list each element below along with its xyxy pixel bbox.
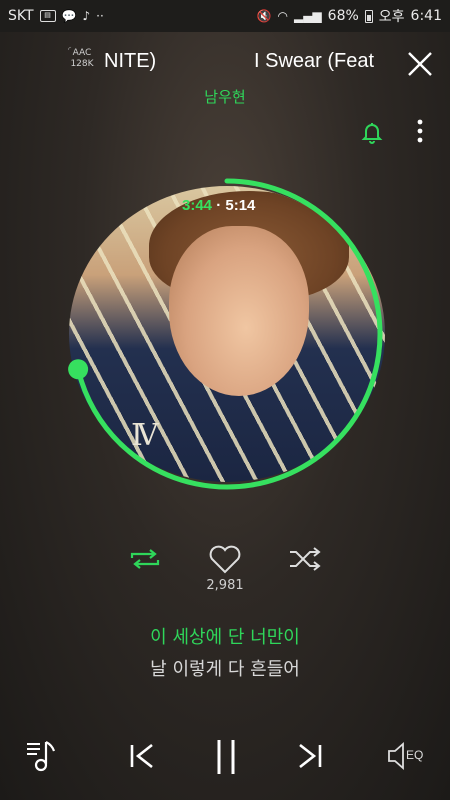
- pause-button[interactable]: [210, 734, 242, 778]
- notification-bell-icon: [361, 123, 383, 144]
- close-icon: [408, 52, 432, 76]
- battery-percent: 68%: [327, 8, 359, 24]
- more-options-button[interactable]: [406, 116, 434, 146]
- lyric-current-line[interactable]: 이 세상에 단 너만이: [0, 623, 450, 649]
- like-count: 2,981: [206, 578, 244, 593]
- song-title-scroll-left: NITE): [104, 50, 157, 72]
- playlist-button[interactable]: [24, 736, 64, 776]
- status-right: 🔇 ◠ ▂▄▆ 68% 오후 6:41: [257, 6, 442, 26]
- progress-knob[interactable]: [68, 359, 89, 380]
- quality-bars-icon: ◜: [68, 45, 72, 54]
- status-left: SKT ▤ 💬 ♪ ··: [8, 8, 104, 24]
- ampm-label: 오후: [378, 9, 405, 25]
- shuffle-icon: [290, 547, 321, 571]
- notification-app-icon: ▤: [39, 10, 56, 22]
- album-disc[interactable]: IV [ Secon 3:44 · 5:14: [40, 165, 400, 490]
- lyric-next-line[interactable]: 날 이렇게 다 흔들어: [0, 655, 450, 681]
- audio-quality-badge: ◜ AAC 128K: [66, 45, 98, 76]
- playback-controls: EQ: [0, 728, 450, 788]
- talk-icon: 💬: [61, 9, 77, 23]
- signal-icon: ▂▄▆: [293, 9, 322, 23]
- battery-icon: [364, 9, 373, 23]
- pause-icon: [217, 740, 235, 774]
- next-icon: [299, 743, 322, 769]
- equalizer-button[interactable]: EQ: [386, 736, 430, 776]
- notification-bell-button[interactable]: [358, 118, 386, 146]
- like-button[interactable]: [207, 542, 243, 576]
- previous-icon: [130, 743, 153, 769]
- progress-arc: [75, 178, 383, 490]
- artist-name[interactable]: 남우현: [0, 86, 450, 107]
- status-bar: SKT ▤ 💬 ♪ ·· 🔇 ◠ ▂▄▆ 68% 오후 6:41: [0, 0, 450, 32]
- close-button[interactable]: [404, 48, 436, 80]
- quality-bitrate: 128K: [70, 59, 94, 69]
- more-vertical-icon: [417, 119, 423, 143]
- wifi-icon: ◠: [277, 9, 288, 23]
- time-separator: ·: [216, 197, 222, 214]
- song-title-scroll-right: I Swear (Feat: [254, 50, 375, 72]
- music-app-icon: ♪: [82, 9, 91, 23]
- more-notifications-icon: ··: [96, 9, 104, 23]
- time-readout: 3:44 · 5:14: [182, 197, 255, 214]
- carrier-label: SKT: [8, 8, 34, 24]
- repeat-button[interactable]: [128, 544, 162, 574]
- heart-icon: [209, 545, 241, 574]
- shuffle-button[interactable]: [287, 544, 323, 574]
- previous-button[interactable]: [126, 736, 158, 776]
- total-time: 5:14: [225, 197, 256, 214]
- clock: 6:41: [410, 8, 442, 24]
- repeat-icon: [130, 549, 160, 569]
- mute-icon: 🔇: [256, 9, 272, 23]
- current-time: 3:44: [182, 197, 213, 214]
- playlist-icon: [27, 741, 56, 772]
- next-button[interactable]: [294, 736, 326, 776]
- eq-label: EQ: [406, 748, 424, 762]
